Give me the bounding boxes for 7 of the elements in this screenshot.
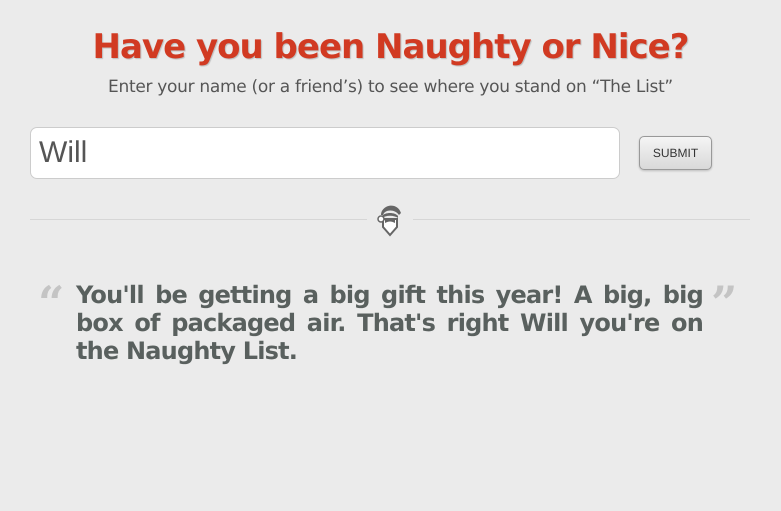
name-field[interactable]: Will xyxy=(30,127,620,179)
submit-button[interactable]: SUBMIT xyxy=(639,136,712,170)
result-message: You'll be getting a big gift this year! A big, big box of packaged air. That's right Will you're on the Naughty List. xyxy=(76,281,703,365)
subheading: Enter your name (or a friend’s) to see where you stand on “The List” xyxy=(108,77,673,97)
page-heading: Have you been Naughty or Nice? xyxy=(92,27,688,67)
close-quote-mark: ” xyxy=(711,281,738,325)
open-quote-mark: “ xyxy=(38,281,66,325)
